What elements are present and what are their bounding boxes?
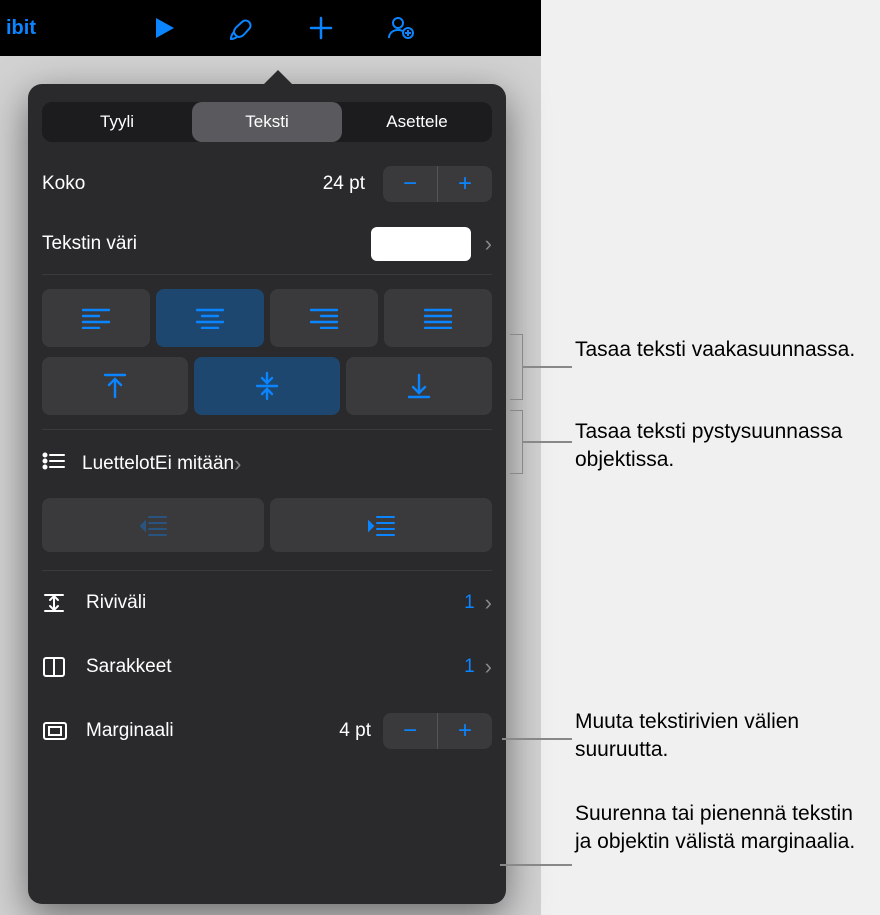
columns-icon [42, 656, 86, 678]
font-size-label: Koko [42, 173, 323, 195]
margin-decrease-button[interactable]: − [383, 713, 437, 749]
line-spacing-row[interactable]: Riviväli 1 › [42, 571, 492, 635]
text-color-label: Tekstin väri [42, 233, 371, 255]
callout-connector [522, 366, 572, 368]
columns-row[interactable]: Sarakkeet 1 › [42, 635, 492, 699]
chevron-right-icon: › [485, 654, 492, 680]
font-size-increase-button[interactable]: + [438, 166, 492, 202]
margin-increase-button[interactable]: + [438, 713, 492, 749]
line-spacing-value: 1 [464, 592, 475, 614]
indent-group [42, 498, 492, 552]
format-brush-icon[interactable] [228, 14, 256, 42]
valign-middle-button[interactable] [194, 357, 340, 415]
lists-label: Luettelot [82, 453, 155, 475]
play-icon[interactable] [154, 16, 176, 40]
callout-connector [500, 864, 572, 866]
columns-value: 1 [464, 656, 475, 678]
vertical-align-group [42, 357, 492, 415]
line-spacing-label: Riviväli [86, 592, 464, 614]
tab-layout[interactable]: Asettele [342, 102, 492, 142]
align-center-button[interactable] [156, 289, 264, 347]
font-size-decrease-button[interactable]: − [383, 166, 437, 202]
align-right-button[interactable] [270, 289, 378, 347]
lists-row[interactable]: Luettelot Ei mitään › [42, 440, 492, 488]
valign-top-button[interactable] [42, 357, 188, 415]
chevron-right-icon: › [485, 231, 492, 257]
popover-arrow [262, 70, 294, 86]
align-justify-button[interactable] [384, 289, 492, 347]
indent-button[interactable] [270, 498, 492, 552]
back-button-label[interactable]: ibit [0, 17, 36, 40]
app-toolbar: ibit [0, 0, 541, 56]
columns-label: Sarakkeet [86, 656, 464, 678]
callout-spacing: Muuta tekstirivien välien suuruutta. [575, 708, 865, 765]
callout-valign: Tasaa teksti pystysuunnassa objektissa. [575, 418, 865, 475]
tab-text[interactable]: Teksti [192, 102, 342, 142]
font-size-stepper: − + [383, 166, 492, 202]
margin-icon [42, 721, 86, 741]
align-left-button[interactable] [42, 289, 150, 347]
callout-halign: Tasaa teksti vaakasuunnassa. [575, 336, 855, 364]
horizontal-align-group [42, 289, 492, 347]
outdent-button[interactable] [42, 498, 264, 552]
font-size-row: Koko 24 pt − + [42, 154, 492, 214]
list-icon [42, 452, 82, 476]
text-color-swatch[interactable] [371, 227, 471, 261]
lists-value: Ei mitään [155, 453, 234, 475]
add-icon[interactable] [308, 15, 334, 41]
format-popover: Tyyli Teksti Asettele Koko 24 pt − + Tek… [28, 84, 506, 904]
margin-stepper: − + [383, 713, 492, 749]
margin-row: Marginaali 4 pt − + [42, 699, 492, 763]
callout-connector [522, 441, 572, 443]
margin-value: 4 pt [339, 720, 371, 742]
collaborate-icon[interactable] [386, 14, 414, 42]
margin-label: Marginaali [86, 720, 339, 742]
chevron-right-icon: › [485, 590, 492, 616]
text-color-row[interactable]: Tekstin väri › [42, 214, 492, 274]
font-size-value: 24 pt [323, 173, 365, 195]
chevron-right-icon: › [234, 451, 241, 477]
line-spacing-icon [42, 591, 86, 615]
tab-style[interactable]: Tyyli [42, 102, 192, 142]
valign-bottom-button[interactable] [346, 357, 492, 415]
format-tabs: Tyyli Teksti Asettele [42, 102, 492, 142]
callout-margin: Suurenna tai pienennä tekstin ja objekti… [575, 800, 875, 857]
callout-connector [502, 738, 572, 740]
